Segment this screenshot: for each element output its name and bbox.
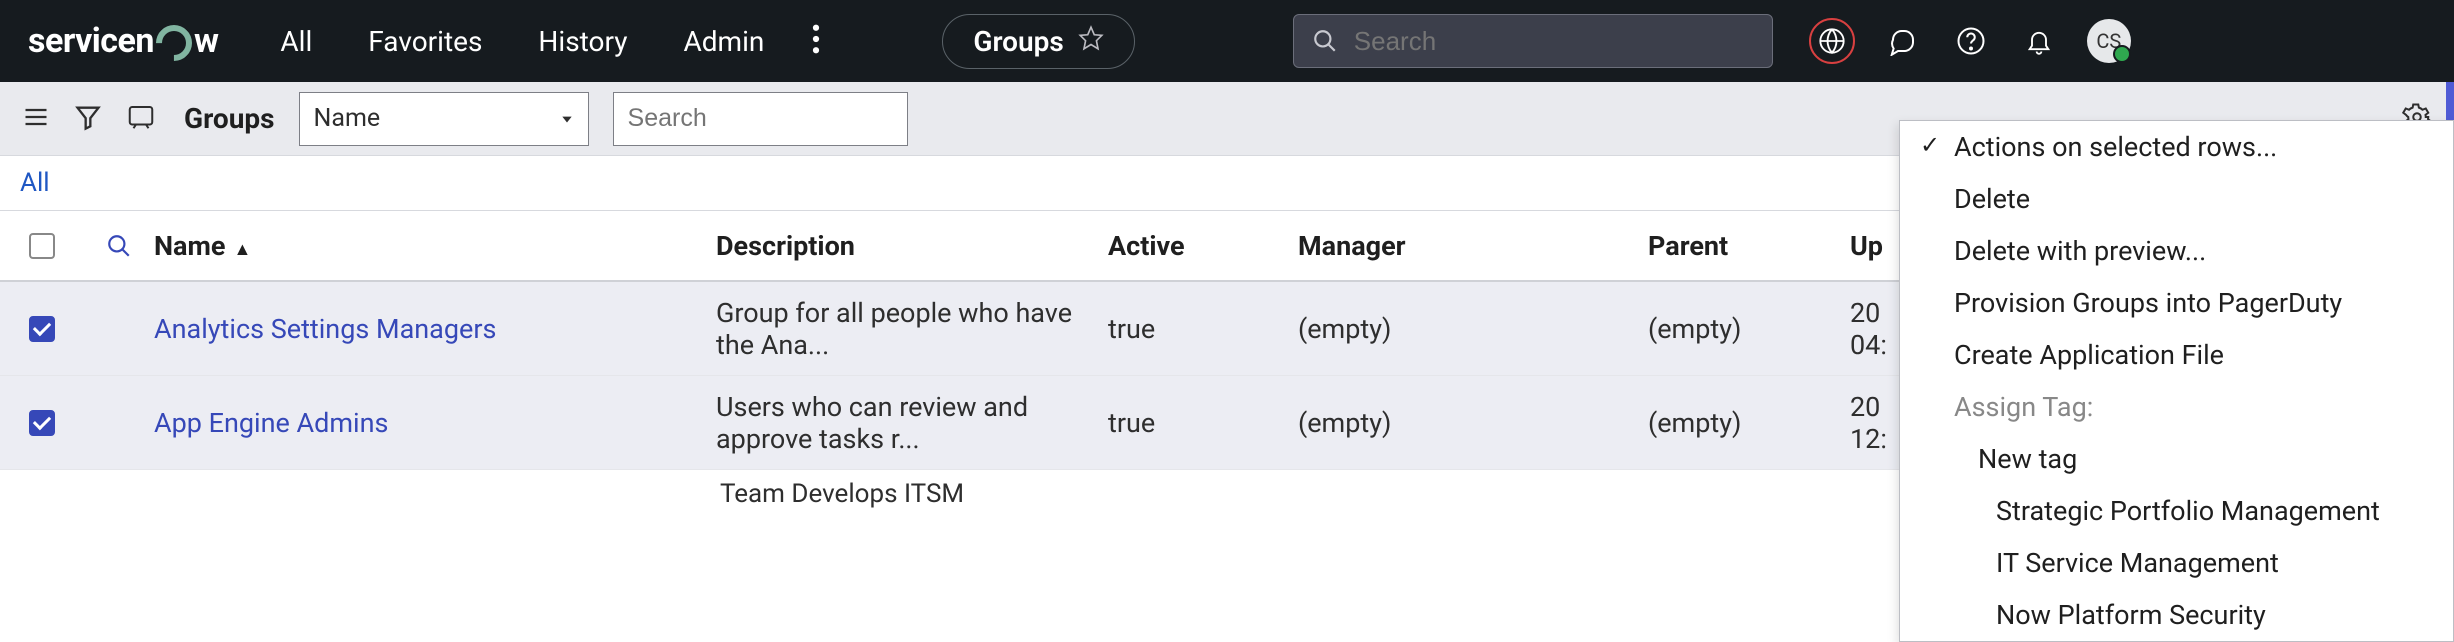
row-parent: (empty) [1648, 407, 1850, 439]
activity-icon[interactable] [126, 102, 156, 136]
global-search[interactable] [1293, 14, 1773, 68]
col-active[interactable]: Active [1108, 230, 1298, 262]
row-name-link[interactable]: App Engine Admins [154, 407, 388, 439]
menu-assign-tag: Assign Tag: [1900, 381, 2453, 433]
breadcrumb-all[interactable]: All [20, 168, 50, 198]
row-checkbox[interactable] [29, 410, 55, 436]
row-checkbox[interactable] [29, 316, 55, 342]
row-manager: (empty) [1298, 407, 1648, 439]
peek-desc: Team Develops ITSM [720, 479, 964, 509]
chat-icon[interactable] [1883, 21, 1923, 61]
select-all-checkbox[interactable] [29, 233, 55, 259]
list-search-input[interactable] [613, 92, 908, 146]
avatar[interactable]: CS [2087, 19, 2131, 63]
row-active: true [1108, 313, 1298, 345]
col-description[interactable]: Description [716, 230, 1108, 262]
bell-icon[interactable] [2019, 21, 2059, 61]
nav-history[interactable]: History [514, 17, 651, 66]
row-manager: (empty) [1298, 313, 1648, 345]
menu-new-tag[interactable]: New tag [1900, 433, 2453, 485]
menu-delete[interactable]: Delete [1900, 173, 2453, 225]
col-parent[interactable]: Parent [1648, 230, 1850, 262]
global-search-input[interactable] [1354, 26, 1754, 57]
search-field-select[interactable]: Name [299, 92, 589, 146]
menu-provision-pagerduty[interactable]: Provision Groups into PagerDuty [1900, 277, 2453, 329]
chevron-down-icon [560, 112, 574, 126]
menu-create-app-file[interactable]: Create Application File [1900, 329, 2453, 381]
nav-admin[interactable]: Admin [660, 17, 789, 66]
list-title: Groups [184, 102, 275, 135]
menu-tag-0[interactable]: Strategic Portfolio Management [1900, 485, 2453, 537]
search-field-value: Name [314, 104, 381, 133]
row-name-link[interactable]: Analytics Settings Managers [154, 313, 496, 345]
column-search-icon[interactable] [106, 233, 132, 259]
row-active: true [1108, 407, 1298, 439]
nav-favorites[interactable]: Favorites [344, 17, 506, 66]
servicenow-logo[interactable]: servicen w [28, 21, 218, 61]
menu-tag-1[interactable]: IT Service Management [1900, 537, 2453, 589]
nav-more-icon[interactable] [796, 24, 836, 58]
row-description: Users who can review and approve tasks r… [716, 391, 1108, 455]
col-manager[interactable]: Manager [1298, 230, 1648, 262]
context-title: Groups [973, 25, 1063, 58]
help-icon[interactable] [1951, 21, 1991, 61]
menu-header[interactable]: Actions on selected rows... [1900, 121, 2453, 173]
nav-all[interactable]: All [256, 17, 336, 66]
search-icon [1312, 28, 1338, 54]
logo-text-pre: servicen [28, 21, 154, 61]
menu-delete-preview[interactable]: Delete with preview... [1900, 225, 2453, 277]
filter-icon[interactable] [74, 103, 102, 135]
col-name[interactable]: Name▲ [154, 230, 716, 262]
nav-right: CS [1809, 18, 2131, 64]
menu-tag-2[interactable]: Now Platform Security [1900, 589, 2453, 641]
list-menu-icon[interactable] [22, 103, 50, 135]
logo-o-icon [154, 21, 194, 61]
top-nav: servicen w All Favorites History Admin Gr… [0, 0, 2454, 82]
row-description: Group for all people who have the Ana... [716, 297, 1108, 361]
context-pill[interactable]: Groups [942, 14, 1134, 69]
logo-text-post: w [194, 21, 218, 61]
row-parent: (empty) [1648, 313, 1850, 345]
sort-asc-icon: ▲ [233, 239, 251, 260]
globe-icon[interactable] [1809, 18, 1855, 64]
avatar-initials: CS [2096, 29, 2121, 53]
actions-menu: Actions on selected rows... Delete Delet… [1899, 120, 2454, 642]
star-icon[interactable] [1078, 25, 1104, 58]
